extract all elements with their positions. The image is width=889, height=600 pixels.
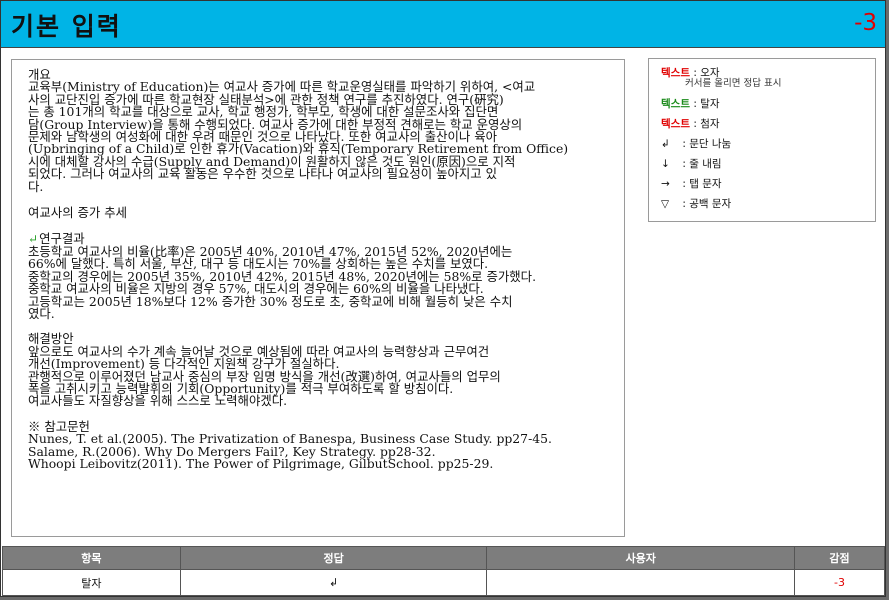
legend-line: ↓ : 줄 내림	[661, 154, 875, 174]
cell-user	[486, 569, 796, 596]
legend-omit-desc: : 탈자	[693, 98, 720, 110]
header-deduction: 감점	[794, 546, 885, 570]
arrow-right-icon: →	[661, 178, 670, 190]
legend-para: ↲ : 문단 나눔	[661, 134, 875, 154]
text-line: 다.	[28, 178, 44, 194]
legend-space: ▽ : 공백 문자	[661, 194, 875, 214]
table-row[interactable]: 탈자 ↲ -3	[2, 569, 885, 596]
text-line: 고등학교는 2005년 18%보다 12% 증가한 30% 정도로 초, 중학교…	[28, 293, 513, 309]
paragraph-references: ※ 참고문헌 Nunes, T. et al.(2005). The Privat…	[28, 420, 610, 471]
document-panel[interactable]: 개요 교육부(Ministry of Education)는 여교사 증가에 따른…	[11, 59, 625, 537]
page-title: 기본 입력	[11, 12, 122, 41]
legend-omit-word: 텍스트	[661, 98, 690, 110]
cell-item: 탈자	[2, 569, 181, 596]
legend-add-word: 텍스트	[661, 118, 690, 130]
legend-tab: → : 탭 문자	[661, 174, 875, 194]
header-item: 항목	[2, 546, 181, 570]
triangle-down-icon: ▽	[661, 198, 670, 210]
paragraph-results: ↵연구결과 초등학교 여교사의 비율(比率)은 2005년 40%, 2010년 …	[28, 233, 610, 320]
title-bar: 기본 입력 -3	[1, 1, 885, 48]
paragraph-solutions: 해결방안 앞으로도 여교사의 수가 계속 늘어날 것으로 예상됨에 따라 여교사의…	[28, 332, 610, 409]
typing-window: 기본 입력 -3 개요 교육부(Ministry of Education)는 여…	[0, 0, 886, 597]
text-line: 여교사들도 자질향상을 위해 스스로 노력해야겠다.	[28, 393, 288, 409]
paragraph-mark-icon: ↲	[661, 138, 670, 150]
legend-space-desc: : 공백 문자	[682, 198, 732, 210]
text-line: 였다.	[28, 305, 55, 321]
legend-add: 텍스트 : 첨자	[661, 114, 875, 134]
legend-tab-desc: : 탭 문자	[682, 178, 722, 190]
legend-add-desc: : 첨자	[693, 118, 720, 130]
header-answer: 정답	[179, 546, 488, 570]
legend-typo-hint: 커서를 올리면 정답 표시	[685, 78, 782, 89]
result-table: 항목 정답 사용자 감점 탈자 ↲ -3	[2, 546, 885, 596]
header-user: 사용자	[486, 546, 796, 570]
paragraph-overview: 개요 교육부(Ministry of Education)는 여교사 증가에 따른…	[28, 68, 610, 194]
cell-answer: ↲	[179, 569, 488, 596]
legend-para-desc: : 문단 나눔	[682, 138, 732, 150]
legend-typo: 텍스트 : 오자 커서를 올리면 정답 표시	[661, 63, 875, 94]
legend-omit: 텍스트 : 탈자	[661, 94, 875, 114]
legend-line-desc: : 줄 내림	[682, 158, 722, 170]
score-value: -3	[854, 10, 877, 36]
text-line: 되었다. 그러나 여교사의 교육 활동은 우수한 것으로 나타나 여교사의 필요…	[28, 166, 498, 182]
text-line: Whoopi Leibovitz(2011). The Power of Pil…	[28, 455, 494, 471]
legend-panel: 텍스트 : 오자 커서를 올리면 정답 표시 텍스트 : 탈자 텍스트 : 첨자…	[648, 58, 876, 222]
cell-deduction: -3	[794, 569, 885, 596]
table-header-row: 항목 정답 사용자 감점	[2, 546, 885, 570]
paragraph-trend-title: 여교사의 증가 추세	[28, 205, 128, 221]
arrow-down-icon: ↓	[661, 158, 670, 170]
